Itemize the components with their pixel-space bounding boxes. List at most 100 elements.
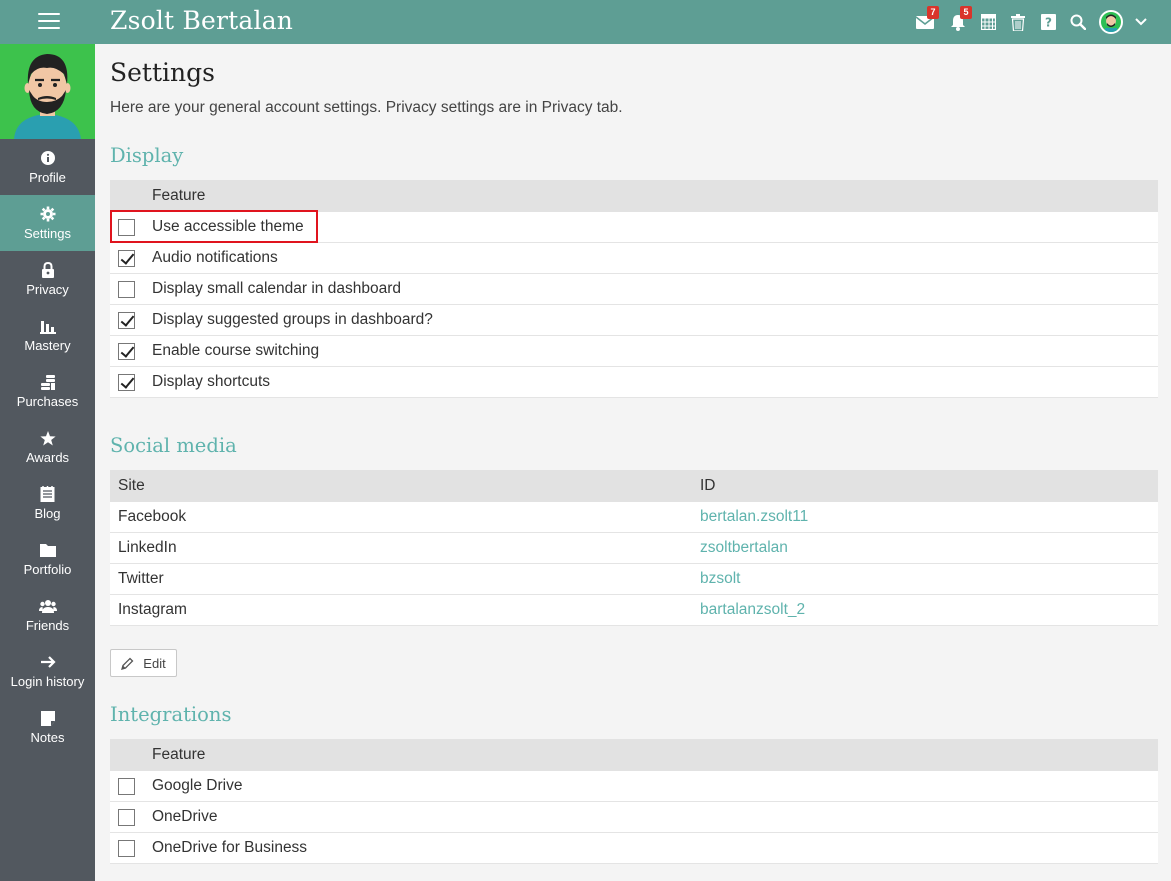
social-row-facebook: Facebook bertalan.zsolt11 <box>110 502 1158 533</box>
sidebar-item-privacy[interactable]: Privacy <box>0 251 95 307</box>
display-row-course-switching: Enable course switching <box>110 336 1158 367</box>
site-name: Facebook <box>118 508 187 525</box>
social-id-link[interactable]: bzsolt <box>700 570 741 588</box>
course-switching-checkbox[interactable] <box>118 342 135 360</box>
social-section-title: Social media <box>110 434 237 457</box>
social-row-instagram: Instagram bartalanzsolt_2 <box>110 595 1158 626</box>
social-table: Site ID Facebook bertalan.zsolt11 Linked… <box>110 470 1158 626</box>
social-table-header: Site ID <box>110 470 1158 502</box>
sidebar-item-settings[interactable]: Settings <box>0 195 95 251</box>
sidebar-item-label: Profile <box>29 170 66 185</box>
help-button[interactable]: ? <box>1033 0 1063 44</box>
notifications-button[interactable]: 5 <box>943 0 973 44</box>
profile-avatar[interactable] <box>0 44 95 139</box>
google-drive-checkbox[interactable] <box>118 777 135 795</box>
site-column-header: Site <box>118 477 145 494</box>
sidebar-item-portfolio[interactable]: Portfolio <box>0 531 95 587</box>
integration-row-onedrive-business: OneDrive for Business <box>110 833 1158 864</box>
menu-icon[interactable] <box>38 13 60 31</box>
audio-notifications-checkbox[interactable] <box>118 249 135 267</box>
star-icon <box>39 429 56 447</box>
social-id-link[interactable]: bartalanzsolt_2 <box>700 601 805 619</box>
note-icon <box>40 709 55 727</box>
messages-button[interactable]: 7 <box>910 0 940 44</box>
onedrive-checkbox[interactable] <box>118 808 135 826</box>
coins-icon <box>40 373 56 391</box>
onedrive-business-checkbox[interactable] <box>118 839 135 857</box>
page-description: Here are your general account settings. … <box>110 99 623 116</box>
pencil-icon <box>121 657 134 670</box>
messages-badge: 7 <box>927 6 939 19</box>
accessible-theme-checkbox[interactable] <box>118 218 135 236</box>
accessible-theme-label: Use accessible theme <box>152 218 304 235</box>
top-icons: 7 5 ? <box>910 0 1153 44</box>
audio-notifications-label: Audio notifications <box>152 249 278 266</box>
question-icon: ? <box>1040 14 1056 30</box>
display-row-shortcuts: Display shortcuts <box>110 367 1158 398</box>
notifications-badge: 5 <box>960 6 972 19</box>
sidebar-item-notes[interactable]: Notes <box>0 699 95 755</box>
trash-button[interactable] <box>1003 0 1033 44</box>
social-row-linkedin: LinkedIn zsoltbertalan <box>110 533 1158 564</box>
app-title: Zsolt Bertalan <box>110 6 294 35</box>
avatar <box>1099 10 1123 34</box>
edit-button-label: Edit <box>143 655 166 671</box>
calendar-grid-icon <box>980 14 996 30</box>
suggested-groups-label: Display suggested groups in dashboard? <box>152 311 433 328</box>
display-section-title: Display <box>110 144 184 167</box>
site-name: Instagram <box>118 601 187 618</box>
user-menu-button[interactable] <box>1093 0 1129 44</box>
trash-icon <box>1011 13 1025 31</box>
chevron-down-icon <box>1135 18 1147 26</box>
social-row-twitter: Twitter bzsolt <box>110 564 1158 595</box>
site-name: LinkedIn <box>118 539 177 556</box>
svg-text:?: ? <box>1045 16 1052 30</box>
blog-icon <box>40 485 55 503</box>
arrow-right-icon <box>40 653 56 671</box>
shortcuts-checkbox[interactable] <box>118 373 135 391</box>
social-id-link[interactable]: bertalan.zsolt11 <box>700 508 808 526</box>
small-calendar-label: Display small calendar in dashboard <box>152 280 401 297</box>
onedrive-business-label: OneDrive for Business <box>152 839 308 856</box>
sidebar-item-purchases[interactable]: Purchases <box>0 363 95 419</box>
display-row-small-calendar: Display small calendar in dashboard <box>110 274 1158 305</box>
sidebar-item-mastery[interactable]: Mastery <box>0 307 95 363</box>
display-row-audio-notifications: Audio notifications <box>110 243 1158 274</box>
id-column-header: ID <box>700 477 716 494</box>
top-bar: Zsolt Bertalan 7 5 ? <box>0 0 1171 44</box>
search-button[interactable] <box>1063 0 1093 44</box>
sidebar-item-blog[interactable]: Blog <box>0 475 95 531</box>
shortcuts-label: Display shortcuts <box>152 373 271 390</box>
sidebar-item-label: Blog <box>34 506 61 521</box>
friends-icon <box>38 597 57 615</box>
integration-row-google-drive: Google Drive <box>110 771 1158 802</box>
sidebar-item-label: Portfolio <box>23 562 72 577</box>
display-table: Feature Use accessible theme Audio notif… <box>110 180 1158 398</box>
search-icon <box>1070 14 1086 30</box>
integrations-table-header: Feature <box>110 739 1158 771</box>
sidebar-item-login-history[interactable]: Login history <box>0 643 95 699</box>
suggested-groups-checkbox[interactable] <box>118 311 135 329</box>
small-calendar-checkbox[interactable] <box>118 280 135 298</box>
sidebar-item-friends[interactable]: Friends <box>0 587 95 643</box>
sidebar-item-label: Awards <box>25 450 70 465</box>
user-menu-dropdown[interactable] <box>1129 0 1153 44</box>
social-id-link[interactable]: zsoltbertalan <box>700 539 788 557</box>
display-row-accessible-theme: Use accessible theme <box>110 212 1158 243</box>
sidebar-item-label: Login history <box>10 674 85 689</box>
gear-icon <box>40 205 56 223</box>
sidebar-item-awards[interactable]: Awards <box>0 419 95 475</box>
info-icon <box>40 149 55 167</box>
feature-column-header: Feature <box>152 746 206 763</box>
integrations-section-title: Integrations <box>110 703 232 726</box>
calendar-button[interactable] <box>973 0 1003 44</box>
sidebar-item-profile[interactable]: Profile <box>0 139 95 195</box>
folder-icon <box>39 541 56 559</box>
display-row-suggested-groups: Display suggested groups in dashboard? <box>110 305 1158 336</box>
sidebar-item-label: Friends <box>25 618 70 633</box>
sidebar: Profile Settings Privacy Mastery Purchas… <box>0 44 95 881</box>
sidebar-item-label: Purchases <box>16 394 79 409</box>
edit-button[interactable]: Edit <box>110 649 177 677</box>
lock-icon <box>41 261 55 279</box>
feature-column-header: Feature <box>152 187 206 204</box>
